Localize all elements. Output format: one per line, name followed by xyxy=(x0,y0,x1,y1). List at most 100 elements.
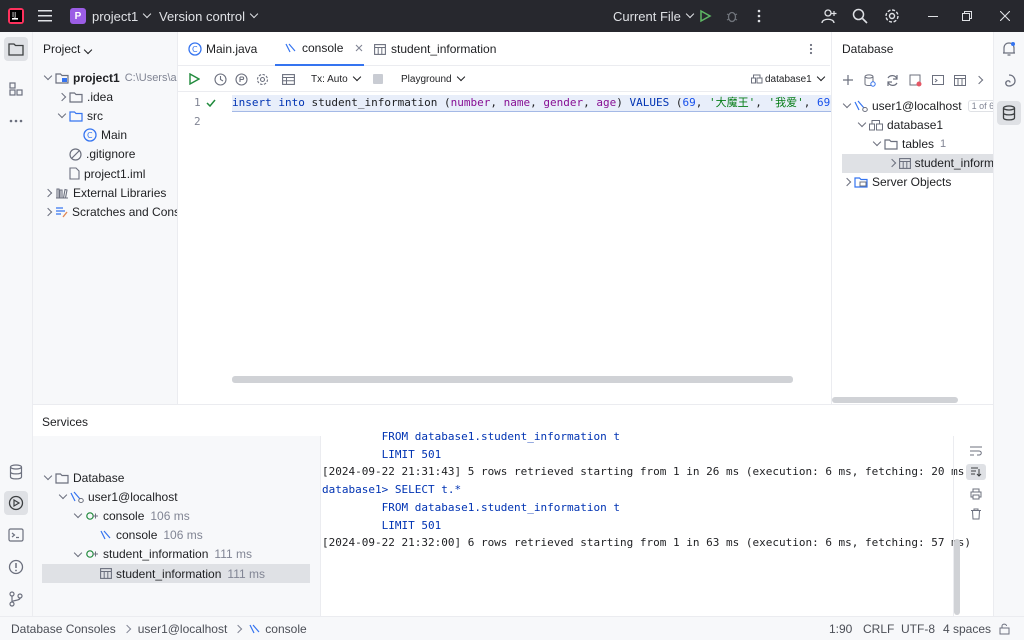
scroll-to-end-button[interactable] xyxy=(966,464,986,480)
chevron-down-icon[interactable] xyxy=(55,110,69,119)
console-icon[interactable] xyxy=(932,74,944,86)
project-tree-item[interactable]: project1.iml xyxy=(55,164,145,183)
chevron-down-icon[interactable] xyxy=(56,490,70,500)
debug-button[interactable] xyxy=(725,0,739,32)
refresh-icon[interactable] xyxy=(886,74,899,87)
soft-wrap-icon[interactable] xyxy=(970,446,982,456)
services-tree-item[interactable]: console 106 ms xyxy=(86,526,203,545)
services-tool-button[interactable] xyxy=(4,491,28,515)
indent-setting[interactable]: 4 spaces xyxy=(943,617,991,641)
vcs-widget[interactable]: Version control xyxy=(159,0,259,32)
playground-dropdown[interactable]: Playground xyxy=(401,66,465,92)
tx-mode-dropdown[interactable]: Tx: Auto xyxy=(311,66,361,92)
services-tree-item[interactable]: console 106 ms xyxy=(71,506,190,525)
project-panel-title[interactable]: Project xyxy=(43,42,93,56)
datasource-dropdown[interactable]: database1 xyxy=(751,66,825,92)
datasource-properties-icon[interactable] xyxy=(864,73,876,87)
project-tree-item[interactable]: External Libraries xyxy=(41,183,166,202)
project-widget[interactable]: P project1 xyxy=(70,0,152,32)
chevron-right-icon[interactable] xyxy=(41,207,55,217)
stop-button[interactable] xyxy=(373,66,383,92)
chevron-down-icon[interactable] xyxy=(840,99,854,109)
project-tree-item[interactable]: Scratches and Consol xyxy=(41,202,177,221)
terminal-tool-button[interactable] xyxy=(4,523,28,547)
breadcrumb-item[interactable]: console xyxy=(265,622,306,636)
chevron-down-icon[interactable] xyxy=(71,548,85,558)
project-tree-item[interactable]: src xyxy=(55,106,103,125)
services-tree-item[interactable]: user1@localhost xyxy=(56,487,178,506)
search-button[interactable] xyxy=(852,0,868,32)
tab-main-java[interactable]: C Main.java xyxy=(188,32,257,66)
chevron-down-icon[interactable] xyxy=(870,138,884,147)
database-horizontal-scrollbar[interactable] xyxy=(832,397,958,403)
breadcrumb-item[interactable]: Database Consoles xyxy=(11,622,116,636)
close-window-button[interactable] xyxy=(1000,0,1010,32)
project-tree-item[interactable]: C Main xyxy=(69,126,127,145)
output-vertical-scrollbar[interactable] xyxy=(954,539,960,615)
restore-button[interactable] xyxy=(962,0,972,32)
tree-label: console xyxy=(116,528,158,543)
trash-icon[interactable] xyxy=(970,508,982,520)
close-icon[interactable] xyxy=(355,44,363,52)
database-tree-item[interactable]: user1@localhost 1 of 6 xyxy=(840,96,993,115)
database-tool-button[interactable] xyxy=(4,460,28,484)
caret-position[interactable]: 1:90 xyxy=(829,617,852,641)
chevron-down-icon[interactable] xyxy=(41,71,55,81)
problems-tool-button[interactable] xyxy=(4,555,28,579)
project-tree-item[interactable]: .idea xyxy=(55,87,113,106)
more-tools-button[interactable] xyxy=(4,109,28,133)
line-separator[interactable]: CRLF xyxy=(863,617,894,641)
project-tree-item[interactable]: project1 C:\Users\an xyxy=(41,68,177,87)
console-toolbar: Tx: Auto Playground database1 xyxy=(178,66,830,92)
tab-console[interactable]: console xyxy=(275,32,364,66)
chevron-right-icon[interactable] xyxy=(840,178,854,187)
chevron-right-icon[interactable] xyxy=(974,75,984,85)
print-icon[interactable] xyxy=(970,488,982,500)
app-logo-icon[interactable]: IJ xyxy=(8,0,24,32)
database-panel-button[interactable] xyxy=(997,101,1021,125)
run-config-selector[interactable]: Current File xyxy=(613,0,695,32)
database-tree-item[interactable]: database1 xyxy=(855,115,943,134)
add-icon[interactable] xyxy=(842,74,854,86)
ai-assistant-button[interactable] xyxy=(997,69,1021,93)
tabs-more-button[interactable] xyxy=(809,32,813,66)
execute-button[interactable] xyxy=(188,66,200,92)
git-tool-button[interactable] xyxy=(4,587,28,611)
editor-horizontal-scrollbar[interactable] xyxy=(232,376,793,383)
services-output[interactable]: FROM database1.student_information t LIM… xyxy=(320,430,993,616)
table-icon[interactable] xyxy=(954,74,966,86)
tab-student-information[interactable]: student_information xyxy=(374,32,496,66)
breadcrumb-item[interactable]: user1@localhost xyxy=(138,622,228,636)
history-button[interactable] xyxy=(214,66,227,92)
result-view-button[interactable] xyxy=(282,66,295,92)
chevron-down-icon[interactable] xyxy=(41,471,55,481)
structure-tool-button[interactable] xyxy=(4,77,28,101)
run-button[interactable] xyxy=(698,0,712,32)
minimize-button[interactable] xyxy=(928,0,938,32)
database-tree-item[interactable]: student_inform xyxy=(842,153,993,173)
settings-button[interactable] xyxy=(884,0,900,32)
more-actions-button[interactable] xyxy=(754,0,764,32)
project-tool-button[interactable] xyxy=(4,37,28,61)
database-tree-item[interactable]: Server Objects xyxy=(840,173,951,192)
services-tree-item[interactable]: Database xyxy=(41,468,124,487)
services-tree-item[interactable]: student_information 111 ms xyxy=(71,545,252,564)
chevron-right-icon[interactable] xyxy=(885,158,899,168)
disconnect-icon[interactable] xyxy=(909,74,922,87)
main-menu-button[interactable] xyxy=(38,0,54,32)
chevron-right-icon[interactable] xyxy=(41,188,55,197)
chevron-right-icon xyxy=(234,624,243,634)
file-encoding[interactable]: UTF-8 xyxy=(901,617,935,641)
chevron-down-icon[interactable] xyxy=(855,118,869,128)
sql-editor[interactable]: insert into student_information (number,… xyxy=(230,92,853,404)
code-with-me-button[interactable] xyxy=(821,0,837,32)
lock-button[interactable] xyxy=(999,617,1010,641)
chevron-down-icon[interactable] xyxy=(71,510,85,519)
database-tree-item[interactable]: tables 1 xyxy=(870,134,946,153)
console-settings-button[interactable] xyxy=(256,66,269,92)
chevron-right-icon[interactable] xyxy=(55,92,69,101)
explain-plan-button[interactable] xyxy=(235,66,248,92)
project-tree-item[interactable]: .gitignore xyxy=(55,145,135,164)
notifications-button[interactable] xyxy=(997,37,1021,61)
services-tree-item[interactable]: student_information 111 ms xyxy=(42,564,310,583)
